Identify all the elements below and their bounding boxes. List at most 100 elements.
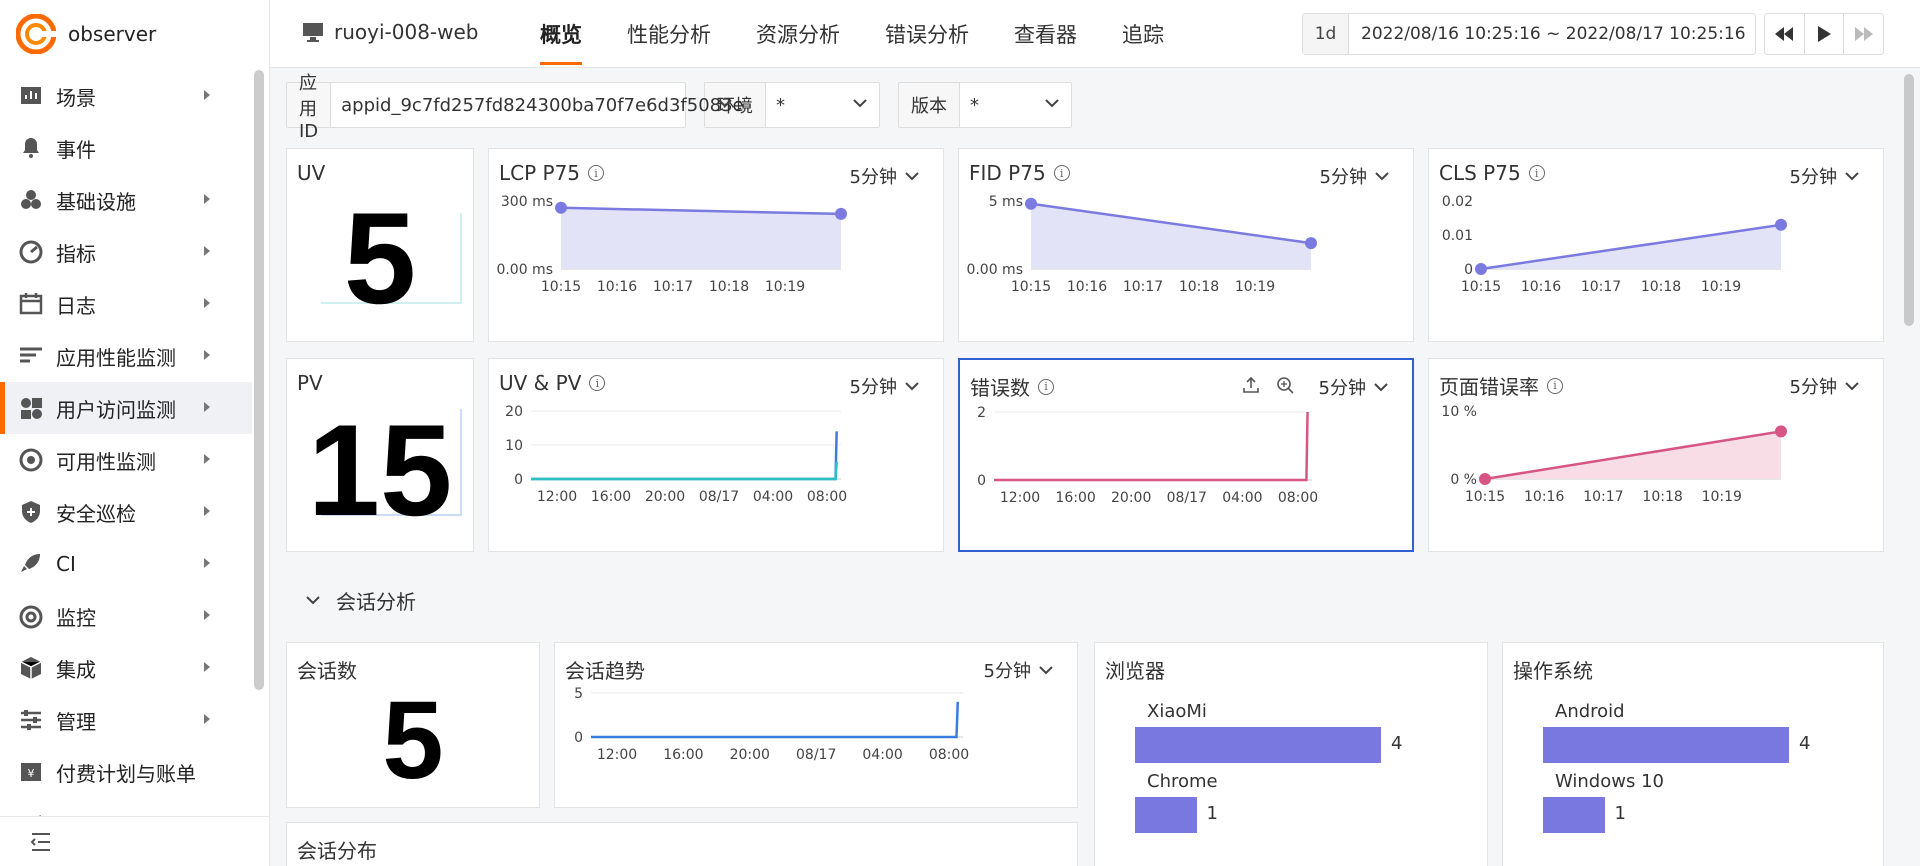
chevron-down-icon (717, 99, 732, 108)
pv-value: 15 (307, 397, 453, 543)
bar-value: 1 (1206, 803, 1218, 824)
sidebar-item-2[interactable]: 基础设施 (0, 174, 252, 226)
sidebar-item-9[interactable]: CI (0, 538, 252, 590)
time-range-text[interactable]: 2022/08/16 10:25:16 ~ 2022/08/17 10:25:1… (1349, 14, 1746, 54)
bar[interactable] (1135, 797, 1197, 833)
card-title: 会话分布 (297, 839, 377, 863)
data-point[interactable] (1775, 218, 1787, 231)
sidebar-item-label: 安全巡检 (56, 501, 136, 526)
sidebar-item-11[interactable]: 集成 (0, 642, 252, 694)
sidebar-item-12[interactable]: 管理 (0, 694, 252, 746)
forward-button[interactable] (1844, 14, 1883, 54)
x-tick-label: 04:00 (753, 489, 793, 505)
y-tick-label: 5 (574, 686, 583, 702)
bar[interactable] (1543, 797, 1605, 833)
sidebar-item-label: 付费计划与账单 (56, 761, 196, 786)
sidebar-footer (0, 816, 269, 866)
filter-2[interactable]: 版本 * (898, 82, 1072, 128)
y-tick-label: 0 (977, 473, 986, 489)
x-tick-label: 12:00 (597, 747, 637, 763)
sidebar-item-8[interactable]: 安全巡检 (0, 486, 252, 538)
cls-chart[interactable]: 0 0.01 0.02 10:15 10:16 10:17 10:18 10:19 (1429, 149, 1885, 343)
series-line[interactable] (531, 431, 838, 481)
uv-card: UV 5 (286, 148, 474, 342)
bar-label: Windows 10 (1555, 771, 1664, 792)
sidebar-item-1[interactable]: 事件 (0, 122, 252, 174)
sidebar-item-label: 集成 (56, 657, 96, 682)
series-line[interactable] (591, 701, 960, 739)
dial-icon (18, 447, 44, 473)
os-card: 操作系统 Android 4 Windows 10 1 (1502, 642, 1884, 866)
filter-value-wrap[interactable]: * (766, 83, 879, 127)
tab-4[interactable]: 查看器 (1014, 0, 1077, 68)
uvpv-chart[interactable]: 0 10 20 12:00 16:00 20:00 08/17 04:00 08:00 (489, 359, 945, 553)
rewind-icon (1775, 27, 1794, 41)
sidebar-item-13[interactable]: ¥ 付费计划与账单 (0, 746, 252, 798)
collapse-menu-icon[interactable] (30, 831, 54, 853)
bar[interactable] (1543, 727, 1789, 763)
time-range-picker[interactable]: 1d 2022/08/16 10:25:16 ~ 2022/08/17 10:2… (1302, 13, 1756, 55)
sidebar-item-label: 日志 (56, 293, 96, 318)
x-tick-label: 04:00 (862, 747, 902, 763)
series-line[interactable] (994, 411, 1309, 482)
sidebar-item-7[interactable]: 可用性监测 (0, 434, 252, 486)
data-point[interactable] (555, 201, 567, 214)
section-title: 会话分析 (336, 590, 416, 614)
data-point[interactable] (1479, 473, 1491, 485)
sidebar-item-3[interactable]: 指标 (0, 226, 252, 278)
x-tick-label: 12:00 (537, 489, 577, 505)
filter-value-wrap[interactable]: * (960, 83, 1071, 127)
tab-5[interactable]: 追踪 (1122, 0, 1164, 68)
chevron-right-icon (204, 662, 210, 672)
lcp-chart[interactable]: 0.00 ms 300 ms 10:15 10:16 10:17 10:18 10:19 (489, 149, 945, 343)
tab-2[interactable]: 资源分析 (756, 0, 840, 68)
time-range-quick[interactable]: 1d (1303, 14, 1349, 54)
tab-1[interactable]: 性能分析 (627, 0, 711, 68)
y-tick-label: 300 ms (501, 194, 553, 210)
main-content: 应用 ID appid_9c7fd257fd824300ba70f7e6d3f50… (270, 68, 1920, 866)
chevron-down-icon (1045, 99, 1059, 108)
rocket-icon (18, 551, 44, 577)
session-dist-card: 会话分布 (286, 822, 1078, 866)
session-section-header[interactable]: 会话分析 (306, 586, 416, 615)
play-button[interactable] (1805, 14, 1845, 54)
rum-icon (18, 395, 44, 421)
series-line[interactable] (531, 461, 838, 481)
rewind-button[interactable] (1765, 14, 1805, 54)
chevron-right-icon (204, 714, 210, 724)
data-point[interactable] (1025, 197, 1037, 210)
sidebar-item-6[interactable]: 用户访问监测 (0, 382, 252, 434)
fast-forward-icon (1854, 27, 1873, 41)
data-point[interactable] (1305, 237, 1317, 250)
data-point[interactable] (835, 207, 847, 220)
sidebar-item-0[interactable]: 场景 (0, 70, 252, 122)
data-point[interactable] (1475, 263, 1487, 275)
tab-3[interactable]: 错误分析 (885, 0, 969, 68)
tab-0[interactable]: 概览 (540, 0, 582, 68)
x-tick-label: 12:00 (1000, 490, 1040, 506)
logo[interactable]: observer (16, 12, 156, 56)
session-trend-chart[interactable]: 0 5 12:00 16:00 20:00 08/17 04:00 08:00 (555, 643, 1079, 809)
bar[interactable] (1135, 727, 1381, 763)
shield-icon (18, 499, 44, 525)
x-tick-label: 10:18 (1179, 279, 1219, 295)
sidebar-item-10[interactable]: 监控 (0, 590, 252, 642)
top-bar: ruoyi-008-web 概览 性能分析 资源分析 错误分析 查看器 追踪 1d 202… (270, 0, 1920, 68)
errors-chart[interactable]: 0 2 12:00 16:00 20:00 08/17 04:00 08:00 (960, 360, 1416, 554)
data-point[interactable] (1775, 425, 1787, 438)
play-icon (1818, 26, 1831, 42)
y-tick-label: 10 (505, 438, 523, 454)
main-scrollbar[interactable] (1904, 74, 1914, 326)
sidebar-item-5[interactable]: 应用性能监测 (0, 330, 252, 382)
fid-chart[interactable]: 0.00 ms 5 ms 10:15 10:16 10:17 10:18 10:19 (959, 149, 1415, 343)
chevron-right-icon (204, 506, 210, 516)
app-selector[interactable]: ruoyi-008-web (302, 20, 479, 44)
sidebar-item-label: 可用性监测 (56, 449, 156, 474)
filter-value-wrap[interactable]: appid_9c7fd257fd824300ba70f7e6d3f5083e (331, 83, 743, 127)
error-rate-chart[interactable]: 0 % 10 % 10:15 10:16 10:17 10:18 10:19 (1429, 359, 1885, 553)
sidebar-scrollbar[interactable] (254, 70, 264, 690)
sidebar-item-4[interactable]: 日志 (0, 278, 252, 330)
filter-0[interactable]: 应用 ID appid_9c7fd257fd824300ba70f7e6d3f50… (286, 73, 744, 142)
y-tick-label: 20 (505, 404, 523, 420)
calendar-icon (18, 291, 44, 317)
